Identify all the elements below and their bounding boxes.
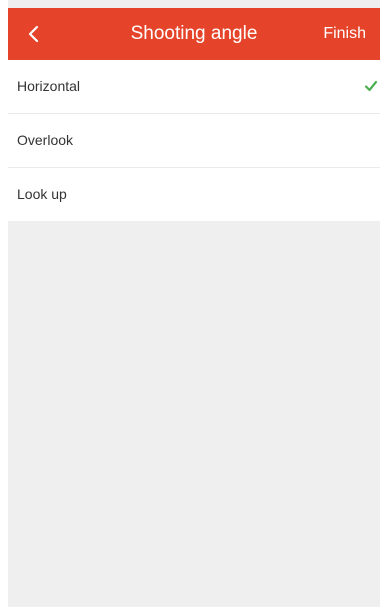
option-list: Horizontal Overlook Look up	[8, 60, 380, 221]
finish-button[interactable]: Finish	[323, 8, 366, 60]
option-label: Look up	[17, 186, 67, 202]
back-button[interactable]	[20, 20, 48, 48]
option-horizontal[interactable]: Horizontal	[8, 60, 380, 114]
option-label: Overlook	[17, 132, 74, 148]
option-overlook[interactable]: Overlook	[8, 114, 380, 168]
chevron-left-icon	[28, 25, 39, 43]
checkmark-icon	[364, 79, 378, 93]
app-screen: Shooting angle Finish Horizontal Overloo…	[8, 0, 380, 607]
option-label: Horizontal	[17, 78, 81, 94]
top-bar: Shooting angle Finish	[8, 8, 380, 60]
option-look-up[interactable]: Look up	[8, 168, 380, 221]
